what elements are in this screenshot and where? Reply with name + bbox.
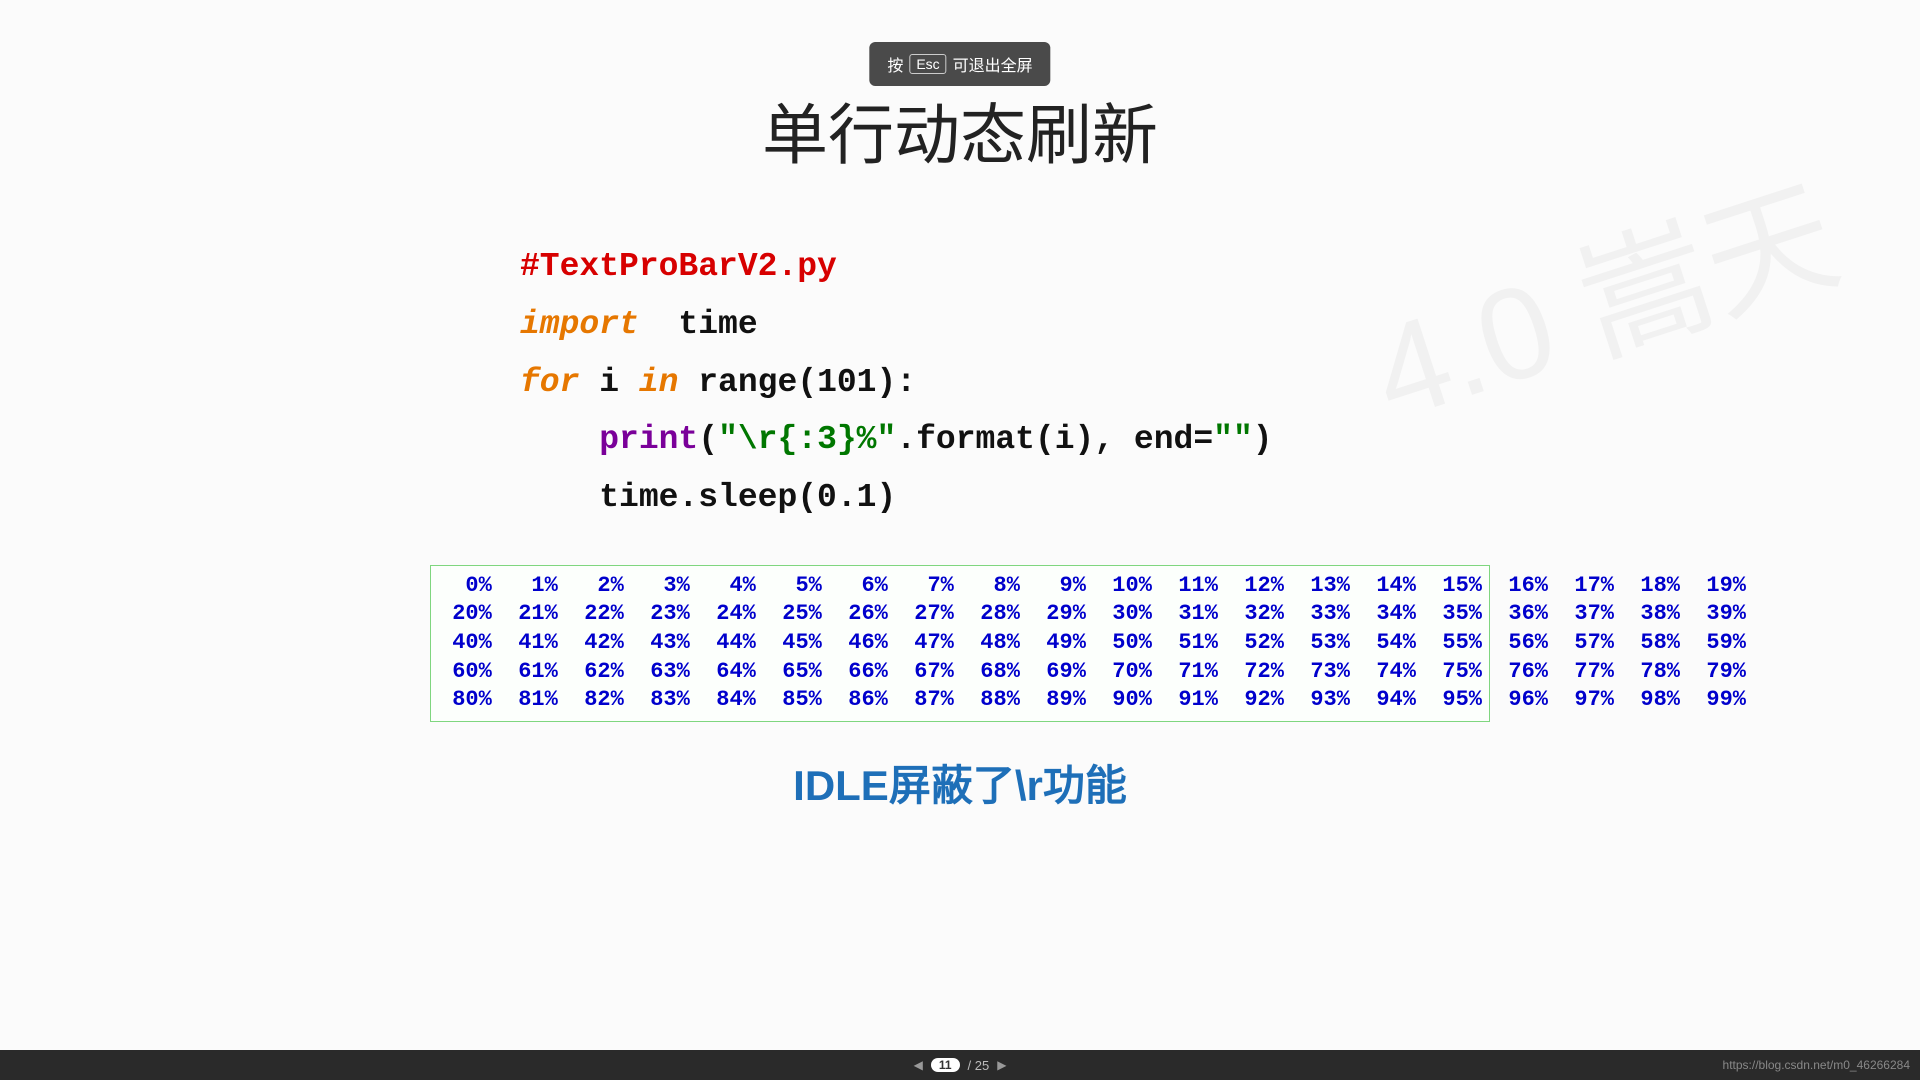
slide-title: 单行动态刷新 bbox=[0, 82, 1920, 178]
code-l4-mid: .format(i), end= bbox=[896, 421, 1213, 458]
code-l2-rest: time bbox=[639, 306, 758, 343]
code-comment: #TextProBarV2.py bbox=[520, 248, 837, 285]
current-page-badge: 11 bbox=[931, 1058, 960, 1072]
code-kw-in: in bbox=[639, 364, 679, 401]
code-l3-rest: range(101): bbox=[678, 364, 916, 401]
esc-hint-toast: 按 Esc 可退出全屏 bbox=[869, 42, 1050, 86]
bottom-nav-bar: ◀ 11 / 25 ▶ https://blog.csdn.net/m0_462… bbox=[0, 1050, 1920, 1080]
output-box: 0% 1% 2% 3% 4% 5% 6% 7% 8% 9% 10% 11% 12… bbox=[430, 565, 1490, 722]
next-slide-button[interactable]: ▶ bbox=[997, 1058, 1006, 1072]
code-str1: "\r{:3}%" bbox=[718, 421, 896, 458]
code-fn-print: print bbox=[599, 421, 698, 458]
total-pages-label: / 25 bbox=[968, 1058, 990, 1073]
source-url: https://blog.csdn.net/m0_46266284 bbox=[1723, 1058, 1910, 1072]
esc-key-badge: Esc bbox=[909, 54, 946, 74]
code-l4-indent bbox=[520, 421, 599, 458]
prev-slide-button[interactable]: ◀ bbox=[914, 1058, 923, 1072]
output-row: 80% 81% 82% 83% 84% 85% 86% 87% 88% 89% … bbox=[439, 687, 1746, 712]
output-row: 40% 41% 42% 43% 44% 45% 46% 47% 48% 49% … bbox=[439, 630, 1746, 655]
slide-note: IDLE屏蔽了\r功能 bbox=[0, 752, 1920, 813]
output-row: 60% 61% 62% 63% 64% 65% 66% 67% 68% 69% … bbox=[439, 659, 1746, 684]
code-kw-import: import bbox=[520, 306, 639, 343]
code-l4-open: ( bbox=[698, 421, 718, 458]
code-block: #TextProBarV2.py import time for i in ra… bbox=[520, 238, 1400, 527]
code-l4-close: ) bbox=[1253, 421, 1273, 458]
output-row: 20% 21% 22% 23% 24% 25% 26% 27% 28% 29% … bbox=[439, 601, 1746, 626]
slide-body: 按 Esc 可退出全屏 4.0 嵩天 单行动态刷新 #TextProBarV2.… bbox=[0, 0, 1920, 1050]
code-l5: time.sleep(0.1) bbox=[520, 479, 896, 516]
output-row: 0% 1% 2% 3% 4% 5% 6% 7% 8% 9% 10% 11% 12… bbox=[439, 573, 1746, 598]
watermark-text: 4.0 嵩天 bbox=[1346, 131, 1858, 457]
code-l3-mid: i bbox=[579, 364, 638, 401]
hint-before: 按 bbox=[887, 52, 903, 76]
code-str2: "" bbox=[1213, 421, 1253, 458]
code-kw-for: for bbox=[520, 364, 579, 401]
hint-after: 可退出全屏 bbox=[953, 52, 1033, 76]
